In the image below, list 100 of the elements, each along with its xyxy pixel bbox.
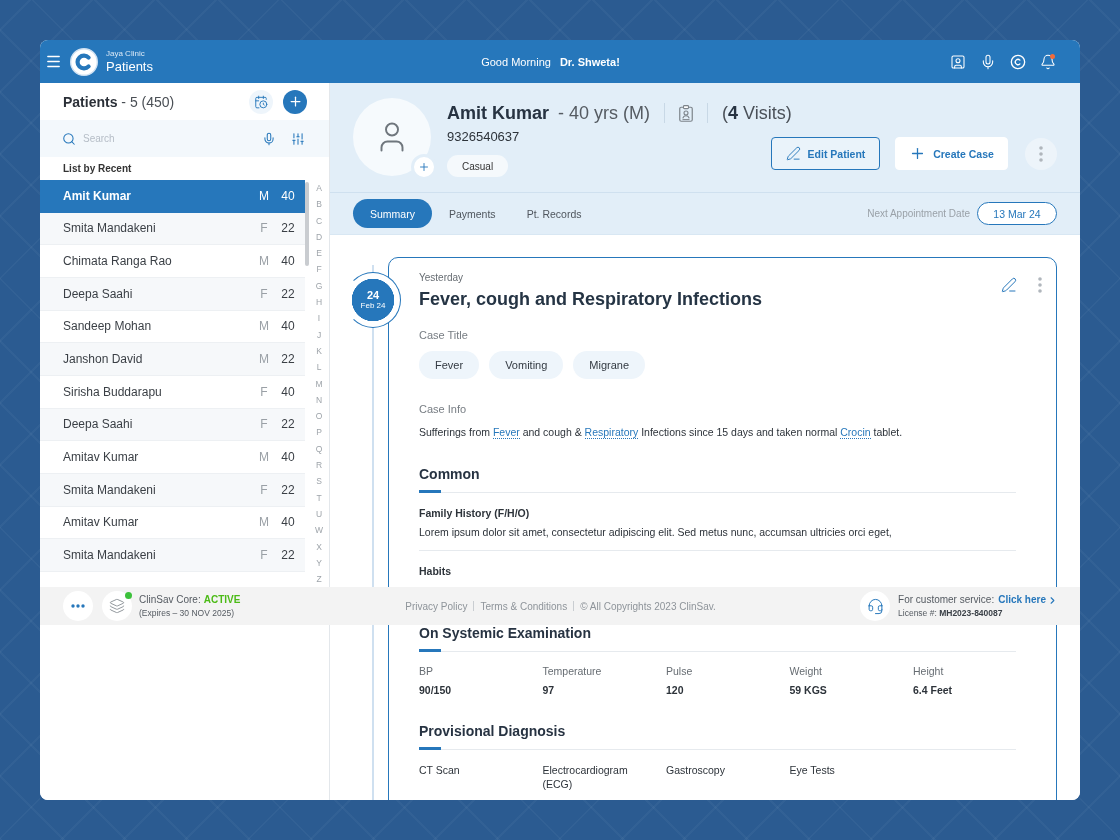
patient-name: Sandeep Mohan bbox=[63, 319, 153, 334]
patient-gender: M bbox=[258, 450, 270, 465]
index-letter[interactable]: L bbox=[316, 359, 322, 376]
patient-row[interactable]: Deepa Saahi F 22 bbox=[40, 408, 305, 442]
patient-name: Amitav Kumar bbox=[63, 450, 140, 465]
patient-gender: F bbox=[259, 384, 269, 399]
patient-row[interactable]: Smita Mandakeni F 22 bbox=[40, 212, 305, 246]
plan-label: ClinSav Core: bbox=[139, 593, 201, 607]
patient-name: Deepa Saahi bbox=[63, 417, 134, 432]
visit-count: (4 Visits) bbox=[722, 102, 792, 124]
vital-value: 59 KGS bbox=[789, 683, 827, 698]
dots-icon bbox=[71, 604, 85, 608]
bell-icon[interactable] bbox=[1040, 53, 1056, 70]
patient-age: 40 bbox=[280, 450, 296, 465]
clinic-name: Jaya Clinic bbox=[106, 48, 146, 59]
term-link[interactable]: Fever bbox=[492, 426, 520, 439]
index-letter[interactable]: B bbox=[316, 196, 322, 213]
patient-name: Amitav Kumar bbox=[63, 515, 140, 530]
index-letter[interactable]: A bbox=[316, 180, 322, 197]
index-letter[interactable]: O bbox=[315, 408, 323, 425]
index-letter[interactable]: C bbox=[315, 212, 323, 229]
doctor-name: Dr. Shweta! bbox=[559, 55, 620, 68]
index-letter[interactable]: K bbox=[316, 342, 322, 360]
index-letter[interactable]: U bbox=[315, 505, 323, 523]
add-patient-button[interactable] bbox=[283, 89, 307, 114]
patient-age: 22 bbox=[280, 417, 296, 432]
term-link[interactable]: Respiratory bbox=[584, 426, 639, 439]
patient-name: Deepa Saahi bbox=[63, 286, 134, 301]
patient-name: Smita Mandakeni bbox=[63, 548, 157, 563]
footer-link[interactable]: Terms & Conditions bbox=[480, 600, 568, 612]
plus-icon bbox=[418, 161, 430, 173]
index-letter[interactable]: H bbox=[315, 294, 323, 311]
patient-name: Smita Mandakeni bbox=[63, 221, 157, 236]
index-letter[interactable]: Z bbox=[316, 571, 322, 587]
patient-row[interactable]: Deepa Saahi F 22 bbox=[40, 277, 305, 311]
menu-icon[interactable] bbox=[45, 53, 62, 70]
search-icon bbox=[62, 131, 76, 146]
patient-gender: M bbox=[258, 319, 270, 334]
vital-label: Height bbox=[913, 664, 944, 679]
diagnosis-item: Eye Tests bbox=[789, 763, 836, 777]
tab[interactable]: Summary bbox=[353, 199, 432, 228]
logo-icon[interactable] bbox=[70, 47, 98, 76]
edit-patient-button[interactable]: Edit Patient bbox=[771, 137, 880, 170]
copyright-text: © All Copyrights 2023 ClinSav. bbox=[580, 600, 716, 612]
phone-number: 9326540637 bbox=[447, 128, 520, 146]
patient-gender: F bbox=[259, 417, 269, 432]
layers-icon bbox=[102, 591, 132, 621]
appointment-date[interactable]: 13 Mar 24 bbox=[977, 202, 1057, 225]
mic-icon[interactable] bbox=[262, 131, 276, 146]
index-letter[interactable]: R bbox=[315, 457, 323, 474]
index-letter[interactable]: E bbox=[316, 245, 322, 262]
vertical-dots-icon bbox=[1039, 145, 1043, 162]
index-letter[interactable]: S bbox=[316, 473, 322, 490]
index-letter[interactable]: N bbox=[315, 391, 323, 409]
appointments-button[interactable] bbox=[249, 89, 273, 114]
patient-age: 40 bbox=[280, 384, 296, 399]
create-case-button[interactable]: Create Case bbox=[895, 137, 1008, 170]
patient-row[interactable]: Smita Mandakeni F 22 bbox=[40, 539, 305, 572]
patient-row[interactable]: Janshon David M 22 bbox=[40, 343, 305, 376]
symptom-tag: Fever bbox=[419, 351, 480, 379]
symptom-tag: Migrane bbox=[573, 351, 646, 379]
index-letter[interactable]: F bbox=[316, 261, 322, 278]
c-circle-icon[interactable] bbox=[1010, 53, 1026, 70]
appointment-label: Next Appointment Date bbox=[867, 208, 970, 219]
support-link[interactable]: Click here bbox=[998, 593, 1058, 607]
diagnosis-item: Electrocardiogram (ECG) bbox=[542, 763, 629, 791]
plan-status: ACTIVE bbox=[203, 593, 241, 607]
patient-name: Sirisha Buddarapu bbox=[63, 384, 163, 399]
note-title: Habits bbox=[419, 564, 453, 579]
status-dot-icon bbox=[125, 592, 132, 599]
patient-full-name: Amit Kumar bbox=[447, 102, 549, 124]
index-letter[interactable]: Q bbox=[315, 440, 323, 458]
id-badge-icon[interactable] bbox=[679, 104, 693, 122]
sliders-icon[interactable] bbox=[291, 131, 305, 146]
index-letter[interactable]: Y bbox=[316, 554, 322, 572]
pencil-icon[interactable] bbox=[1001, 277, 1017, 293]
support-label: For customer service: bbox=[898, 593, 995, 607]
index-letter[interactable]: J bbox=[316, 326, 322, 343]
mic-icon[interactable] bbox=[980, 53, 996, 70]
index-letter[interactable]: T bbox=[316, 489, 322, 506]
index-letter[interactable]: W bbox=[315, 522, 323, 539]
diagnosis-item: CT Scan bbox=[419, 763, 461, 777]
index-letter[interactable]: G bbox=[315, 277, 323, 295]
index-letter[interactable]: X bbox=[316, 538, 322, 555]
patient-age: 22 bbox=[280, 482, 296, 497]
vertical-dots-icon[interactable] bbox=[1038, 277, 1042, 293]
patient-age: 40 bbox=[280, 319, 296, 334]
index-letter[interactable]: D bbox=[315, 228, 323, 246]
list-heading: List by Recent bbox=[62, 162, 133, 176]
patient-row[interactable]: Amit Kumar M 40 bbox=[40, 180, 305, 213]
vital-label: Pulse bbox=[666, 664, 693, 679]
section-heading: Common bbox=[419, 465, 1016, 493]
scrollbar[interactable] bbox=[305, 182, 309, 266]
patient-row[interactable]: Smita Mandakeni F 22 bbox=[40, 473, 305, 507]
more-button[interactable] bbox=[63, 591, 93, 621]
footer-link[interactable]: Privacy Policy bbox=[405, 600, 468, 612]
index-letter[interactable]: M bbox=[315, 375, 323, 392]
term-link[interactable]: Crocin bbox=[840, 426, 871, 439]
contact-card-icon[interactable] bbox=[950, 53, 966, 70]
index-letter[interactable]: P bbox=[316, 424, 322, 441]
